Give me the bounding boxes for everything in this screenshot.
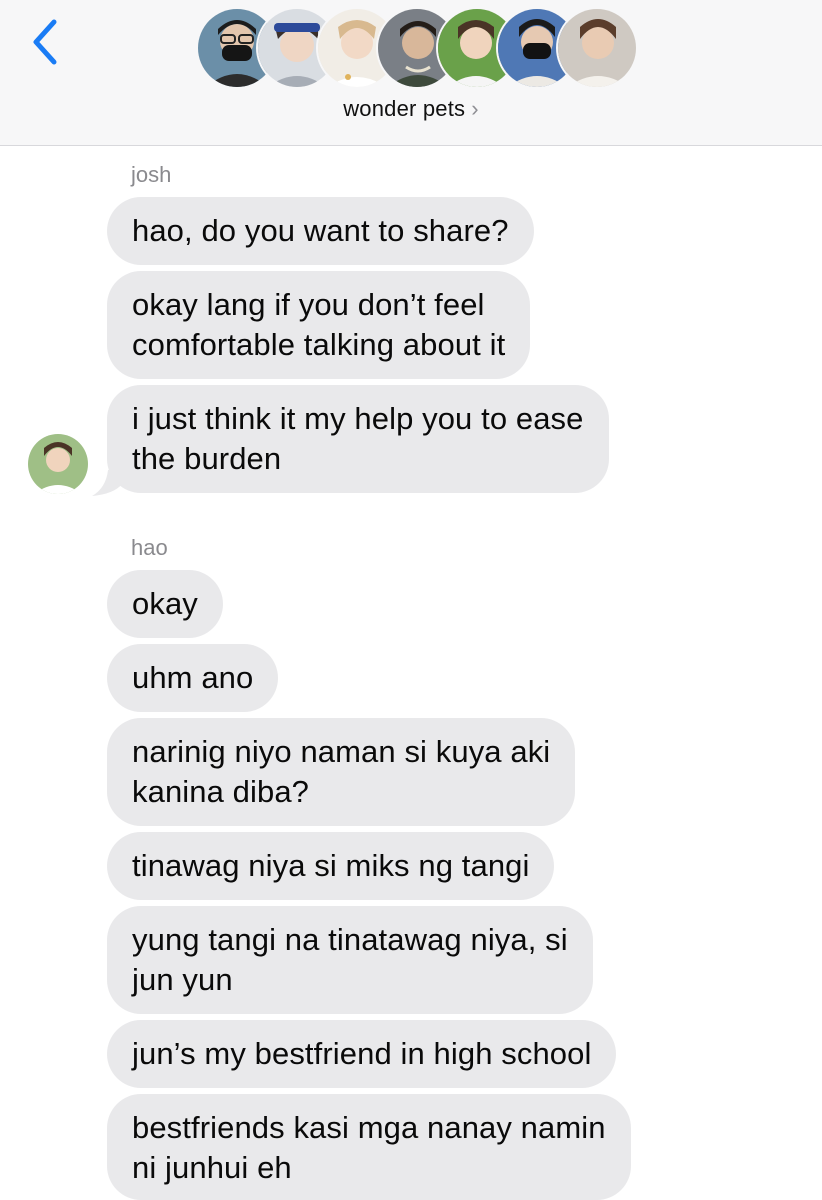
- chevron-left-icon: [33, 19, 57, 65]
- message-bubble[interactable]: okay lang if you don’t feel comfortable …: [107, 271, 531, 379]
- back-button[interactable]: [28, 18, 68, 66]
- group-name-label: wonder pets: [343, 96, 466, 121]
- message-bubble[interactable]: okay: [107, 570, 223, 638]
- message-bubble[interactable]: i just think it my help you to ease the …: [107, 385, 609, 493]
- message-bubble[interactable]: bestfriends kasi mga nanay namin ni junh…: [107, 1094, 631, 1200]
- bubble-tail: [92, 470, 122, 496]
- message-bubble[interactable]: narinig niyo naman si kuya aki kanina di…: [107, 718, 576, 826]
- group-avatars[interactable]: [196, 7, 638, 89]
- message-bubble[interactable]: uhm ano: [107, 644, 279, 712]
- member-avatar: [556, 7, 638, 89]
- message-bubble[interactable]: jun’s my bestfriend in high school: [107, 1020, 617, 1088]
- chevron-right-icon: ›: [471, 96, 479, 121]
- sender-avatar[interactable]: [28, 434, 88, 494]
- message-bubble[interactable]: tinawag niya si miks ng tangi: [107, 832, 555, 900]
- sender-name: josh: [131, 162, 172, 187]
- chat-header: wonder pets ›: [0, 0, 822, 146]
- group-name[interactable]: wonder pets ›: [0, 96, 822, 122]
- message-bubble[interactable]: yung tangi na tinatawag niya, si jun yun: [107, 906, 593, 1014]
- sender-name: hao: [131, 535, 168, 560]
- message-bubble[interactable]: hao, do you want to share?: [107, 197, 534, 265]
